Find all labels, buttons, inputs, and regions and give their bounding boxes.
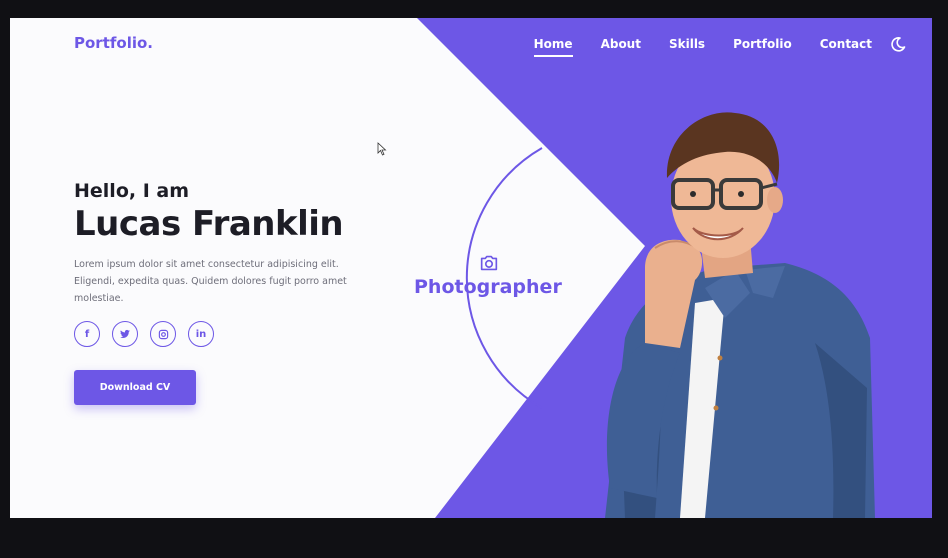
camera-icon xyxy=(480,255,498,271)
linkedin-icon[interactable]: in xyxy=(188,321,214,347)
hero-name: Lucas Franklin xyxy=(74,204,344,244)
facebook-icon[interactable]: f xyxy=(74,321,100,347)
twitter-bird-glyph xyxy=(120,329,130,339)
download-cv-button[interactable]: Download CV xyxy=(74,370,196,405)
nav-home[interactable]: Home xyxy=(533,37,573,57)
greeting-text: Hello, I am xyxy=(74,180,190,202)
social-links: f in xyxy=(74,321,214,347)
nav-skills[interactable]: Skills xyxy=(669,37,705,57)
instagram-glyph xyxy=(158,329,168,339)
moon-icon[interactable] xyxy=(890,36,906,52)
twitter-icon[interactable] xyxy=(112,321,138,347)
site-logo[interactable]: Portfolio. xyxy=(74,34,153,52)
webpage-screen: Portfolio. Home About Skills Portfolio C… xyxy=(10,18,932,518)
instagram-icon[interactable] xyxy=(150,321,176,347)
mouse-cursor-icon xyxy=(377,142,387,156)
hero-description: Lorem ipsum dolor sit amet consectetur a… xyxy=(74,259,347,304)
main-nav: Home About Skills Portfolio Contact xyxy=(533,37,872,57)
role-title: Photographer xyxy=(414,276,562,298)
person-portrait-image xyxy=(605,112,875,518)
nav-about[interactable]: About xyxy=(601,37,641,57)
nav-portfolio[interactable]: Portfolio xyxy=(733,37,792,57)
nav-contact[interactable]: Contact xyxy=(820,37,872,57)
